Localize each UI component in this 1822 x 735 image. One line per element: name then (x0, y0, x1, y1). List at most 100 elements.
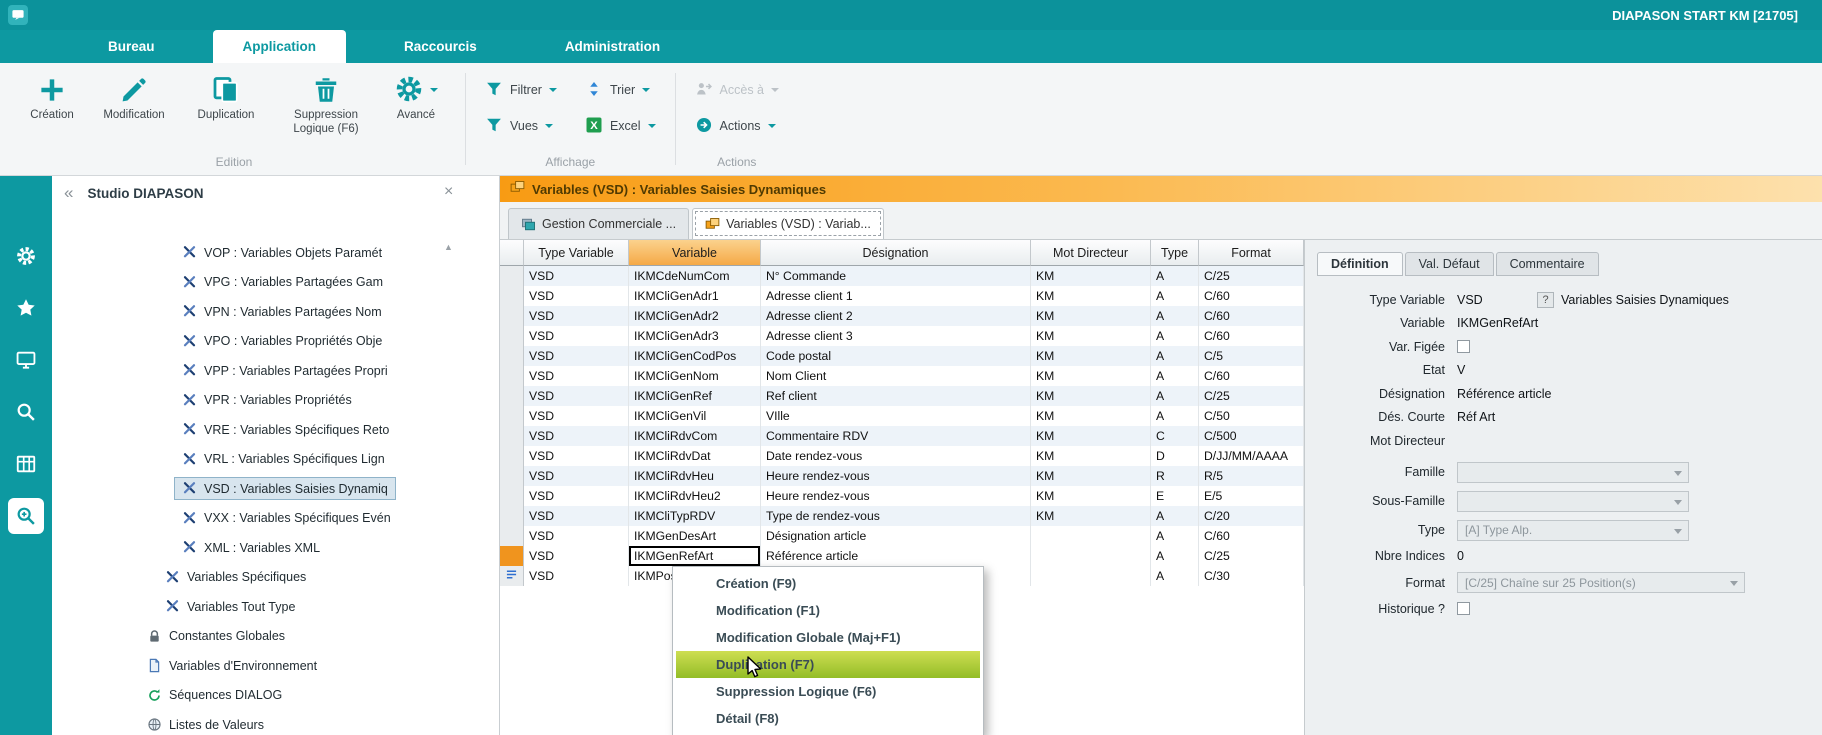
table-row[interactable]: VSD IKMGenRefArt Référence article A C/2… (500, 546, 1304, 566)
tree-item[interactable]: Séquences DIALOG (52, 681, 499, 711)
table-row[interactable]: VSD IKMCliGenAdr3 Adresse client 3 KM A … (500, 326, 1304, 346)
filtrer-button[interactable]: Filtrer (485, 79, 557, 101)
table-row[interactable]: VSD IKMCliGenAdr1 Adresse client 1 KM A … (500, 286, 1304, 306)
tree-item[interactable]: Listes de Valeurs (52, 710, 499, 735)
row-selector[interactable] (500, 286, 524, 306)
row-selector[interactable] (500, 386, 524, 406)
column-header[interactable]: Type (1151, 240, 1199, 266)
cell-type: A (1151, 546, 1199, 566)
table-row[interactable]: VSD IKMCliRdvHeu2 Heure rendez-vous KM E… (500, 486, 1304, 506)
detail-tab[interactable]: Commentaire (1496, 252, 1599, 276)
row-selector[interactable] (500, 566, 524, 586)
row-selector[interactable] (500, 466, 524, 486)
row-selector[interactable] (500, 546, 524, 566)
table-row[interactable]: VSD IKMCliRdvCom Commentaire RDV KM C C/… (500, 426, 1304, 446)
column-header[interactable]: Désignation (761, 240, 1031, 266)
suppression-logique-button[interactable]: Suppression Logique (F6) (272, 67, 380, 137)
table-row[interactable]: VSD IKMCliGenCodPos Code postal KM A C/5 (500, 346, 1304, 366)
scroll-up-icon[interactable]: ▲ (444, 242, 453, 252)
row-selector[interactable] (500, 486, 524, 506)
close-icon[interactable]: × (444, 183, 453, 201)
table-row[interactable]: VSD IKMCliRdvDat Date rendez-vous KM D D… (500, 446, 1304, 466)
chevron-down-icon[interactable] (430, 88, 438, 96)
context-menu-item[interactable]: Création (F9) (676, 570, 980, 597)
row-selector[interactable] (500, 506, 524, 526)
tree-item[interactable]: VSD : Variables Saisies Dynamiq (52, 474, 499, 504)
vues-button[interactable]: Vues (485, 115, 557, 137)
tree-item[interactable]: VOP : Variables Objets Paramét (52, 238, 499, 268)
table-row[interactable]: VSD IKMCliRdvHeu Heure rendez-vous KM R … (500, 466, 1304, 486)
acces-a-button: Accès à (695, 79, 779, 101)
table-row[interactable]: VSD IKMCliGenAdr2 Adresse client 2 KM A … (500, 306, 1304, 326)
famille-select[interactable] (1457, 462, 1689, 483)
row-selector[interactable] (500, 346, 524, 366)
menu-tab[interactable]: Administration (535, 30, 690, 63)
context-menu-item[interactable]: Modification Globale (Maj+F1) (676, 624, 980, 651)
collapse-icon[interactable]: « (64, 183, 73, 203)
menu-tab[interactable]: Raccourcis (374, 30, 507, 63)
document-tab[interactable]: Gestion Commerciale ... (508, 208, 689, 239)
format-select[interactable]: [C/25] Chaîne sur 25 Position(s) (1457, 572, 1745, 593)
table-row[interactable]: VSD IKMCliTypRDV Type de rendez-vous KM … (500, 506, 1304, 526)
tree-item[interactable]: Constantes Globales (52, 622, 499, 652)
menu-tab[interactable]: Bureau (78, 30, 185, 63)
row-selector[interactable] (500, 366, 524, 386)
column-header[interactable]: Variable (629, 240, 761, 266)
star-icon[interactable] (8, 290, 44, 326)
table-row[interactable]: VSD IKMGenDesArt Désignation article A C… (500, 526, 1304, 546)
historique-checkbox[interactable] (1457, 602, 1470, 615)
context-menu-item[interactable]: Modification (F1) (676, 597, 980, 624)
search-plus-icon[interactable] (8, 498, 44, 534)
table-row[interactable]: VSD IKMCdeNumCom N° Commande KM A C/25 (500, 266, 1304, 286)
tree-item[interactable]: XML : Variables XML (52, 533, 499, 563)
row-selector[interactable] (500, 446, 524, 466)
tree-item[interactable]: Variables d'Environnement (52, 651, 499, 681)
help-button[interactable]: ? (1537, 292, 1554, 308)
column-header[interactable]: Mot Directeur (1031, 240, 1151, 266)
modification-button[interactable]: Modification (88, 67, 180, 123)
detail-tab-label: Val. Défaut (1419, 257, 1480, 271)
tree-item[interactable]: Variables Spécifiques (52, 563, 499, 593)
creation-button[interactable]: Création (16, 67, 88, 123)
tree-item[interactable]: VPP : Variables Partagées Propri (52, 356, 499, 386)
row-selector[interactable] (500, 266, 524, 286)
detail-tab[interactable]: Définition (1317, 252, 1403, 276)
tree-item[interactable]: VRL : Variables Spécifiques Lign (52, 445, 499, 475)
column-header[interactable]: Format (1199, 240, 1304, 266)
row-selector[interactable] (500, 526, 524, 546)
trier-button[interactable]: Trier (585, 79, 656, 101)
context-menu-item[interactable]: Suppression Logique (F6) (676, 678, 980, 705)
row-selector[interactable] (500, 326, 524, 346)
tree-item[interactable]: VPR : Variables Propriétés (52, 386, 499, 416)
monitor-icon[interactable] (8, 342, 44, 378)
tree-item[interactable]: VPO : Variables Propriétés Obje (52, 327, 499, 357)
var-figee-checkbox[interactable] (1457, 340, 1470, 353)
tree-item[interactable]: Variables Tout Type (52, 592, 499, 622)
tree-item[interactable]: VPG : Variables Partagées Gam (52, 268, 499, 298)
avance-button[interactable]: Avancé (380, 67, 452, 123)
type-select[interactable]: [A] Type Alp. (1457, 520, 1689, 541)
tree-item[interactable]: VXX : Variables Spécifiques Evén (52, 504, 499, 534)
menu-tab[interactable]: Application (213, 30, 347, 63)
row-selector[interactable] (500, 406, 524, 426)
document-tab[interactable]: Variables (VSD) : Variab... (692, 208, 884, 239)
duplication-button[interactable]: Duplication (180, 67, 272, 123)
sous-famille-select[interactable] (1457, 491, 1689, 512)
selector-column-header[interactable] (500, 240, 524, 266)
search-icon[interactable] (8, 394, 44, 430)
detail-tab[interactable]: Val. Défaut (1405, 252, 1494, 276)
grid-icon[interactable] (8, 446, 44, 482)
row-selector[interactable] (500, 426, 524, 446)
context-menu-item[interactable]: Détail (F8) (676, 705, 980, 732)
table-row[interactable]: VSD IKMCliGenNom Nom Client KM A C/60 (500, 366, 1304, 386)
actions-button[interactable]: Actions (695, 115, 779, 137)
tree-item[interactable]: VRE : Variables Spécifiques Reto (52, 415, 499, 445)
tree-item[interactable]: VPN : Variables Partagées Nom (52, 297, 499, 327)
row-selector[interactable] (500, 306, 524, 326)
excel-button[interactable]: X Excel (585, 115, 656, 137)
gear-icon[interactable] (8, 238, 44, 274)
context-menu-item[interactable]: Duplication (F7) (676, 651, 980, 678)
table-row[interactable]: VSD IKMCliGenVil VIlle KM A C/50 (500, 406, 1304, 426)
column-header[interactable]: Type Variable (524, 240, 629, 266)
table-row[interactable]: VSD IKMCliGenRef Ref client KM A C/25 (500, 386, 1304, 406)
